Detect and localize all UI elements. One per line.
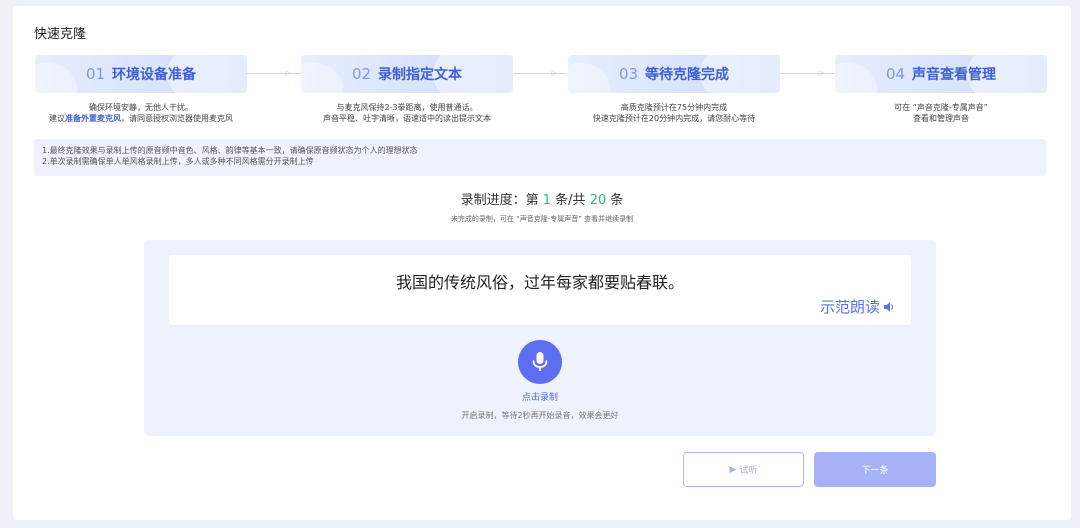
highlight-mic: 准备外置麦克风 — [65, 114, 121, 123]
step-4-number: 04 — [885, 65, 906, 83]
step-3-title: 等待克隆完成 — [645, 67, 730, 83]
step-2-title: 录制指定文本 — [378, 67, 463, 83]
play-icon: ▶ — [729, 464, 737, 475]
record-mic-button[interactable] — [518, 340, 562, 384]
step-4-banner: 04 声音查看管理 — [835, 55, 1047, 93]
step-2: 02 录制指定文本 与麦克风保持2-3拳距离，使用普通话。 声音平稳、吐字清晰，… — [301, 55, 513, 124]
recording-progress: 录制进度：第 1 条/共 20 条 — [460, 193, 624, 208]
main-card: 快速克隆 01 环境设备准备 确保环境安静，无他人干扰。 建议准备外置麦克风，请… — [13, 6, 1071, 520]
sentence-box: 我国的传统风俗，过年每家都要贴春联。 示范朗读 — [169, 255, 911, 325]
step-4: 04 声音查看管理 可在 “声音克隆-专属声音” 查看和管理声音 — [835, 55, 1047, 124]
step-3: 03 等待克隆完成 高质克隆预计在75分钟内完成 快速克隆预计在20分钟内完成，… — [568, 55, 780, 124]
step-2-number: 02 — [351, 65, 372, 83]
record-label[interactable]: 点击录制 — [144, 390, 936, 403]
step-connector-3: ▷ — [780, 69, 834, 77]
arrow-right-icon: ▷ — [818, 69, 824, 77]
step-3-desc: 高质克隆预计在75分钟内完成 快速克隆预计在20分钟内完成，请您耐心等待 — [592, 103, 756, 123]
step-1: 01 环境设备准备 确保环境安静，无他人干扰。 建议准备外置麦克风，请同意授权浏… — [35, 55, 247, 124]
step-1-desc: 确保环境安静，无他人干扰。 建议准备外置麦克风，请同意授权浏览器使用麦克风 — [49, 103, 233, 123]
step-2-banner: 02 录制指定文本 — [301, 55, 513, 93]
progress-tip: 未完成的录制，可在 “声音克隆-专属声音” 查看并继续录制 — [450, 215, 634, 223]
step-connector-2: ▷ — [513, 69, 567, 77]
step-1-banner: 01 环境设备准备 — [35, 55, 247, 93]
step-3-banner: 03 等待克隆完成 — [568, 55, 780, 93]
step-2-desc: 与麦克风保持2-3拳距离，使用普通话。 声音平稳、吐字清晰，语速适中的读出提示文… — [323, 103, 491, 123]
record-tip: 开启录制，等待2秒再开始录音，效果会更好 — [461, 411, 619, 420]
step-1-title: 环境设备准备 — [112, 67, 197, 83]
progress-current: 1 — [542, 193, 552, 208]
step-connector-1: ▷ — [247, 69, 301, 77]
page-title: 快速克隆 — [34, 27, 87, 42]
demo-read-label: 示范朗读 — [819, 298, 880, 316]
try-listen-button[interactable]: ▶ 试听 — [683, 452, 804, 487]
step-4-title: 声音查看管理 — [912, 67, 997, 83]
step-4-desc: 可在 “声音克隆-专属声音” 查看和管理声音 — [894, 103, 988, 123]
step-3-number: 03 — [618, 65, 639, 83]
demo-read-button[interactable]: 示范朗读 — [820, 296, 895, 317]
arrow-right-icon: ▷ — [285, 69, 291, 77]
prompt-sentence: 我国的传统风俗，过年每家都要贴春联。 — [395, 273, 684, 292]
step-1-number: 01 — [85, 65, 106, 83]
notice-line-1: 1.最终克隆效果与录制上传的原音频中音色、风格、韵律等基本一致，请确保原音频状态… — [42, 146, 418, 155]
speaker-icon — [884, 301, 893, 312]
steps-row: 01 环境设备准备 确保环境安静，无他人干扰。 建议准备外置麦克风，请同意授权浏… — [35, 55, 1047, 135]
microphone-icon — [532, 352, 548, 371]
notice-box: 1.最终克隆效果与录制上传的原音频中音色、风格、韵律等基本一致，请确保原音频状态… — [34, 139, 1046, 176]
next-button[interactable]: 下一条 — [814, 452, 936, 487]
record-panel: 我国的传统风俗，过年每家都要贴春联。 示范朗读 点击录制 开启录制，等待2秒再开… — [144, 240, 936, 436]
arrow-right-icon: ▷ — [551, 69, 557, 77]
notice-line-2: 2.单次录制需确保单人单风格录制上传，多人或多种不同风格需分开录制上传 — [42, 157, 314, 166]
progress-total: 20 — [589, 193, 607, 208]
